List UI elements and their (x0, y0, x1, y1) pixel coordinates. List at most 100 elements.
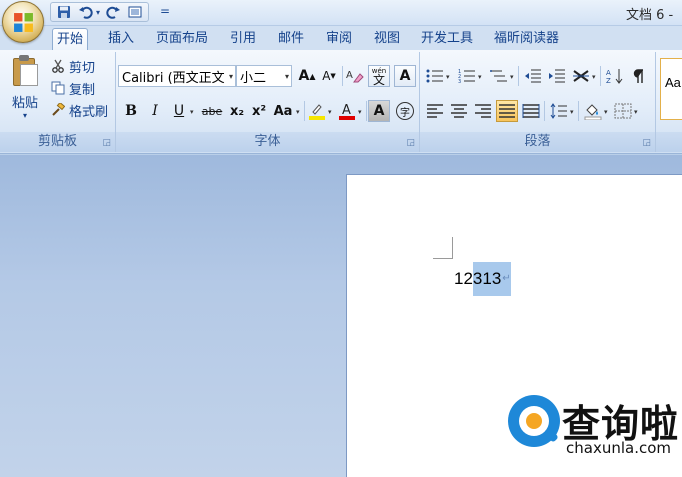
redo-icon[interactable] (104, 4, 122, 20)
multilevel-list-button[interactable] (488, 65, 510, 87)
character-border-label: A (399, 68, 411, 84)
chinese-layout-button[interactable] (570, 65, 592, 87)
highlighter-icon (309, 104, 325, 120)
svg-text:A: A (346, 70, 353, 81)
line-spacing-button[interactable] (548, 100, 570, 122)
line-spacing-icon (550, 103, 567, 119)
font-size-dropdown-icon[interactable]: ▾ (285, 72, 289, 81)
strikethrough-button[interactable]: abe (200, 100, 224, 122)
undo-dropdown-icon[interactable]: ▾ (96, 8, 100, 17)
office-button[interactable] (2, 1, 44, 43)
tab-page-layout[interactable]: 页面布局 (152, 28, 212, 50)
paragraph-group: ▾ 123 ▾ ▾ ▾ AZ ▾ ▾ ▾ 段落 ◲ (420, 52, 656, 152)
tab-insert[interactable]: 插入 (104, 28, 138, 50)
bold-button[interactable]: B (120, 100, 142, 122)
shading-button[interactable] (582, 100, 604, 122)
tab-view[interactable]: 视图 (370, 28, 404, 50)
numbering-dropdown-icon[interactable]: ▾ (478, 73, 482, 81)
borders-icon (614, 103, 632, 119)
shrink-font-label: A (322, 69, 331, 83)
text-unselected: 12 (454, 269, 473, 288)
highlight-dropdown-icon[interactable]: ▾ (328, 108, 332, 116)
chinese-layout-icon (573, 70, 589, 82)
decrease-indent-button[interactable] (522, 65, 544, 87)
multilevel-dropdown-icon[interactable]: ▾ (510, 73, 514, 81)
paste-button[interactable]: 粘贴 ▾ (6, 54, 44, 120)
tab-foxit-reader[interactable]: 福昕阅读器 (490, 28, 563, 50)
paragraph-group-label: 段落 (420, 132, 655, 152)
grow-font-button[interactable]: A ▲ (296, 65, 318, 87)
clipboard-group-label: 剪贴板 (0, 132, 115, 152)
change-case-dropdown-icon[interactable]: ▾ (296, 108, 300, 116)
copy-label: 复制 (69, 82, 96, 98)
enclose-characters-label: 字 (396, 102, 414, 120)
numbering-button[interactable]: 123 (456, 65, 478, 87)
decrease-indent-icon (525, 69, 541, 83)
paragraph-launcher-icon[interactable]: ◲ (642, 138, 651, 148)
align-center-button[interactable] (448, 100, 470, 122)
character-shading-button[interactable]: A (368, 100, 390, 122)
svg-text:A: A (342, 103, 351, 118)
shading-dropdown-icon[interactable]: ▾ (604, 108, 608, 116)
phonetic-guide-button[interactable]: wén 文 (368, 65, 390, 87)
font-name-combo[interactable]: Calibri (西文正文 ▾ (118, 65, 236, 87)
font-color-dropdown-icon[interactable]: ▾ (358, 108, 362, 116)
chinese-layout-dropdown-icon[interactable]: ▾ (592, 73, 596, 81)
bullets-dropdown-icon[interactable]: ▾ (446, 73, 450, 81)
enclose-characters-button[interactable]: 字 (394, 100, 416, 122)
shrink-font-button[interactable]: A ▼ (318, 65, 340, 87)
align-left-button[interactable] (424, 100, 446, 122)
format-painter-button[interactable]: 格式刷 (50, 100, 108, 120)
svg-text:Z: Z (606, 77, 611, 84)
undo-icon[interactable] (77, 4, 95, 20)
underline-button[interactable]: U (168, 100, 190, 122)
paintbrush-icon (50, 102, 66, 118)
change-case-button[interactable]: Aa (270, 100, 296, 122)
character-border-button[interactable]: A (394, 65, 416, 87)
line-spacing-dropdown-icon[interactable]: ▾ (570, 108, 574, 116)
title-bar: ▾ = 文档 6 - (0, 0, 682, 26)
subscript-button[interactable]: x₂ (226, 100, 248, 122)
distributed-button[interactable] (520, 100, 542, 122)
character-shading-label: A (373, 103, 385, 119)
clear-formatting-button[interactable]: A (344, 65, 366, 87)
italic-label: I (152, 103, 158, 119)
align-right-button[interactable] (472, 100, 494, 122)
bullets-button[interactable] (424, 65, 446, 87)
text-selection[interactable]: 313 ↵ (472, 262, 511, 296)
underline-label: U (173, 103, 185, 119)
change-case-label: Aa (273, 103, 293, 119)
format-painter-label: 格式刷 (69, 104, 109, 120)
style-preview-normal[interactable]: Aa (660, 58, 682, 120)
italic-button[interactable]: I (144, 100, 166, 122)
font-name-dropdown-icon[interactable]: ▾ (229, 72, 233, 81)
font-size-combo[interactable]: 小二 ▾ (236, 65, 292, 87)
tab-developer[interactable]: 开发工具 (417, 28, 477, 50)
paste-dropdown-icon[interactable]: ▾ (6, 111, 44, 120)
tab-mailings[interactable]: 邮件 (274, 28, 308, 50)
tab-references[interactable]: 引用 (226, 28, 260, 50)
cut-label: 剪切 (69, 60, 96, 76)
superscript-button[interactable]: x² (248, 100, 270, 122)
copy-button[interactable]: 复制 (50, 78, 95, 98)
bold-label: B (125, 103, 137, 119)
show-marks-button[interactable] (628, 65, 650, 87)
sort-button[interactable]: AZ (604, 65, 626, 87)
tab-home[interactable]: 开始 (52, 28, 89, 50)
underline-dropdown-icon[interactable]: ▾ (190, 108, 194, 116)
tab-review[interactable]: 审阅 (322, 28, 356, 50)
document-text[interactable]: 12 313 ↵ (454, 262, 511, 296)
clipboard-launcher-icon[interactable]: ◲ (102, 138, 111, 148)
borders-dropdown-icon[interactable]: ▾ (634, 108, 638, 116)
increase-indent-button[interactable] (546, 65, 568, 87)
font-color-button[interactable]: A (336, 100, 358, 122)
highlight-button[interactable] (306, 100, 328, 122)
borders-button[interactable] (612, 100, 634, 122)
font-launcher-icon[interactable]: ◲ (406, 138, 415, 148)
save-icon[interactable] (55, 4, 73, 20)
print-preview-icon[interactable] (126, 4, 144, 20)
customize-toolbar-icon[interactable]: = (160, 4, 170, 18)
font-group-label: 字体 (116, 132, 419, 152)
cut-button[interactable]: 剪切 (50, 56, 95, 76)
justify-button[interactable] (496, 100, 518, 122)
